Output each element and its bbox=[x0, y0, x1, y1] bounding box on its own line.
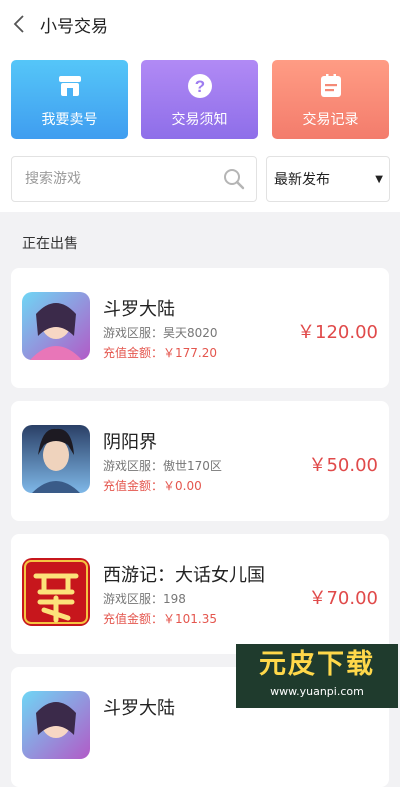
game-server: 游戏区服：昊天8020 bbox=[103, 326, 218, 340]
top-bar: 小号交易 bbox=[0, 0, 400, 49]
game-server: 游戏区服：傲世170区 bbox=[103, 459, 222, 473]
section-title: 正在出售 bbox=[22, 236, 78, 252]
listing-card[interactable]: 西游记：大话女儿国 游戏区服：198 充值金额：￥101.35 ￥70.00 bbox=[11, 534, 389, 654]
sort-value: 最新发布 bbox=[274, 172, 330, 188]
game-icon-yinyangjie bbox=[22, 425, 90, 493]
game-icon-xiyouji bbox=[22, 558, 90, 626]
recharge-amount: 充值金额：￥101.35 bbox=[103, 612, 217, 626]
game-name: 斗罗大陆 bbox=[103, 299, 175, 320]
svg-text:?: ? bbox=[194, 77, 204, 96]
record-icon bbox=[317, 72, 345, 100]
search-icon[interactable] bbox=[223, 168, 245, 190]
price: ￥120.00 bbox=[297, 322, 378, 343]
back-button[interactable] bbox=[0, 0, 38, 48]
sell-account-label: 我要卖号 bbox=[41, 112, 98, 128]
trade-notice-button[interactable]: ? 交易须知 bbox=[141, 60, 258, 139]
chevron-left-icon bbox=[13, 15, 24, 33]
search-input[interactable] bbox=[12, 157, 223, 201]
game-server: 游戏区服：198 bbox=[103, 592, 186, 606]
sell-account-button[interactable]: 我要卖号 bbox=[11, 60, 128, 139]
page-title: 小号交易 bbox=[40, 16, 108, 37]
watermark-url: www.yuanpi.com bbox=[270, 685, 364, 698]
search-bar-row: 最新发布 ▼ bbox=[0, 148, 400, 212]
game-name: 西游记：大话女儿国 bbox=[103, 565, 265, 586]
price: ￥70.00 bbox=[308, 588, 378, 609]
price: ￥50.00 bbox=[308, 455, 378, 476]
trade-notice-label: 交易须知 bbox=[171, 112, 228, 128]
action-panel: 我要卖号 ? 交易须知 交易记录 bbox=[0, 48, 400, 148]
caret-down-icon: ▼ bbox=[375, 173, 383, 185]
listing-card[interactable]: 阴阳界 游戏区服：傲世170区 充值金额：￥0.00 ￥50.00 bbox=[11, 401, 389, 521]
game-name: 阴阳界 bbox=[103, 432, 157, 453]
shop-icon bbox=[56, 72, 84, 100]
watermark-logo: 元皮下载 www.yuanpi.com bbox=[236, 644, 398, 708]
search-box bbox=[11, 156, 257, 202]
trade-records-label: 交易记录 bbox=[302, 112, 359, 128]
sort-dropdown[interactable]: 最新发布 ▼ bbox=[266, 156, 390, 202]
trade-records-button[interactable]: 交易记录 bbox=[272, 60, 389, 139]
recharge-amount: 充值金额：￥177.20 bbox=[103, 346, 217, 360]
recharge-amount: 充值金额：￥0.00 bbox=[103, 479, 202, 493]
game-icon-douluo bbox=[22, 691, 90, 759]
watermark-title: 元皮下载 bbox=[259, 649, 375, 680]
game-name: 斗罗大陆 bbox=[103, 698, 175, 719]
game-icon-douluo bbox=[22, 292, 90, 360]
listing-card[interactable]: 斗罗大陆 游戏区服：昊天8020 充值金额：￥177.20 ￥120.00 bbox=[11, 268, 389, 388]
question-icon: ? bbox=[186, 72, 214, 100]
